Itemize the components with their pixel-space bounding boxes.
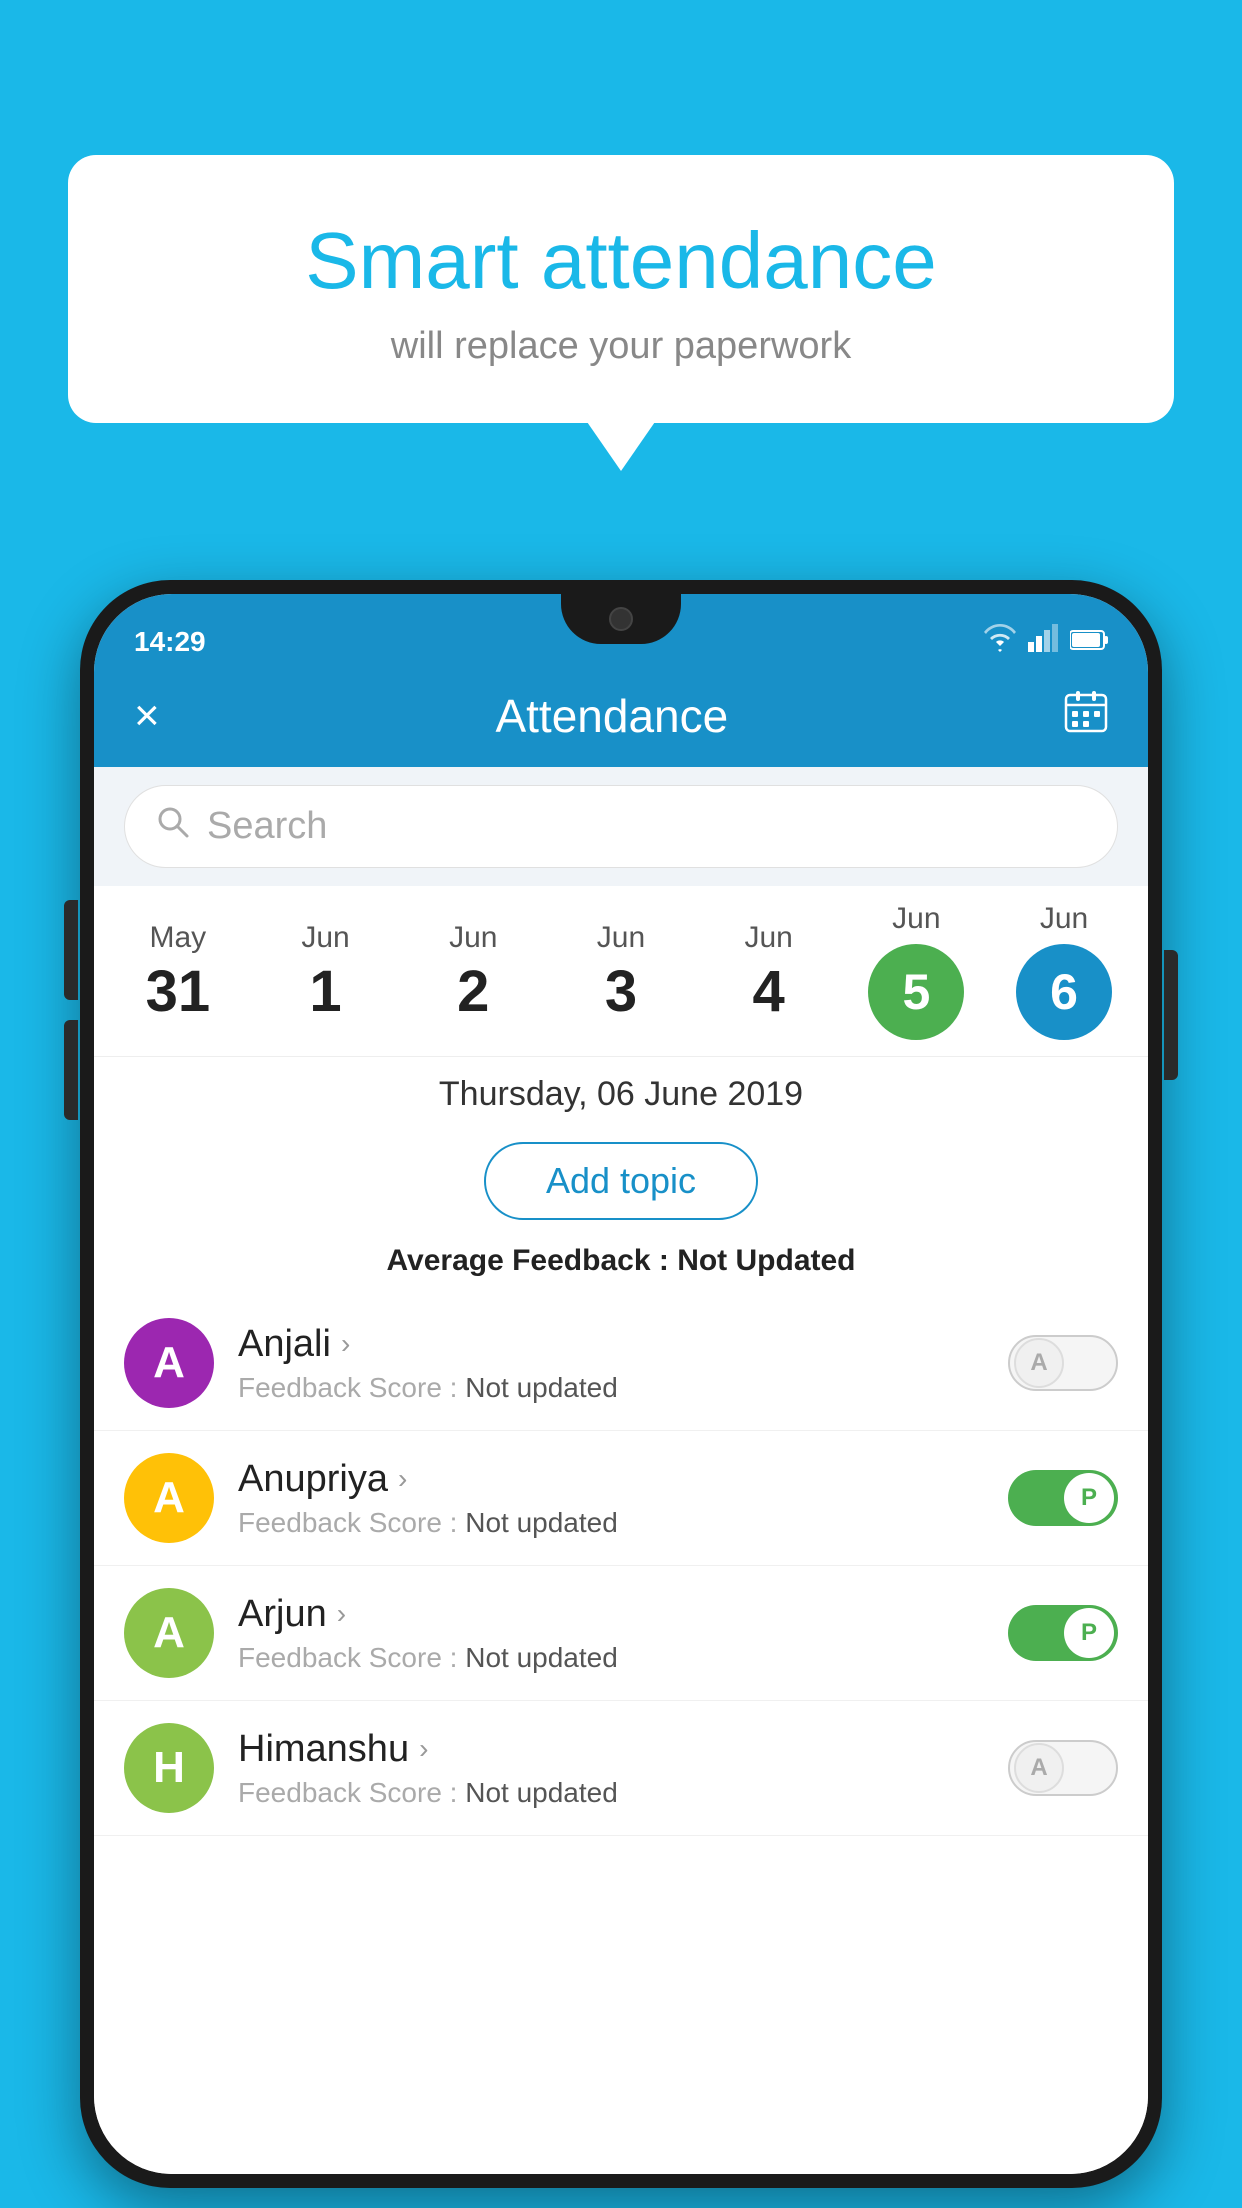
student-name-row: Anupriya › [238, 1458, 984, 1501]
toggle-circle: P [1064, 1473, 1114, 1523]
student-avatar: H [124, 1723, 214, 1813]
date-col-jun1[interactable]: Jun 1 [261, 905, 391, 1037]
date-col-jun2[interactable]: Jun 2 [408, 905, 538, 1037]
student-avatar: A [124, 1588, 214, 1678]
date-col-may31[interactable]: May 31 [113, 905, 243, 1037]
front-camera [609, 607, 633, 631]
avg-feedback-text: Average Feedback : Not Updated [386, 1244, 855, 1277]
app-header: × Attendance [94, 669, 1148, 767]
header-title: Attendance [495, 689, 728, 743]
speech-bubble: Smart attendance will replace your paper… [68, 155, 1174, 423]
student-avatar: A [124, 1453, 214, 1543]
search-bar[interactable]: Search [124, 785, 1118, 868]
student-feedback: Feedback Score : Not updated [238, 1507, 984, 1539]
student-list: A Anjali › Feedback Score : Not updated … [94, 1296, 1148, 2174]
student-item: A Anupriya › Feedback Score : Not update… [94, 1431, 1148, 1566]
toggle-circle: A [1014, 1338, 1064, 1388]
phone-screen: 14:29 [94, 594, 1148, 2174]
attendance-toggle[interactable]: P [1008, 1605, 1118, 1661]
feedback-value: Not updated [465, 1372, 618, 1403]
student-feedback: Feedback Score : Not updated [238, 1372, 984, 1404]
battery-icon [1070, 626, 1108, 658]
volume-up-button [64, 900, 78, 1000]
speech-subtitle: will replace your paperwork [118, 325, 1124, 368]
speech-title: Smart attendance [118, 215, 1124, 307]
attendance-toggle[interactable]: P [1008, 1470, 1118, 1526]
chevron-right-icon: › [341, 1328, 350, 1360]
student-name: Anjali [238, 1323, 331, 1366]
average-feedback: Average Feedback : Not Updated [94, 1234, 1148, 1296]
phone-notch [561, 594, 681, 644]
search-icon [155, 804, 191, 849]
calendar-icon[interactable] [1064, 689, 1108, 743]
date-col-jun3[interactable]: Jun 3 [556, 905, 686, 1037]
student-feedback: Feedback Score : Not updated [238, 1642, 984, 1674]
attendance-toggle[interactable]: A [1008, 1740, 1118, 1796]
student-info: Anjali › Feedback Score : Not updated [238, 1323, 984, 1404]
close-button[interactable]: × [134, 694, 160, 738]
chevron-right-icon: › [337, 1598, 346, 1630]
time-display: 14:29 [134, 626, 206, 658]
volume-down-button [64, 1020, 78, 1120]
student-name: Himanshu [238, 1728, 409, 1771]
student-name-row: Anjali › [238, 1323, 984, 1366]
student-item: A Arjun › Feedback Score : Not updated P [94, 1566, 1148, 1701]
search-container: Search [94, 767, 1148, 886]
student-item: A Anjali › Feedback Score : Not updated … [94, 1296, 1148, 1431]
chevron-right-icon: › [419, 1733, 428, 1765]
add-topic-button[interactable]: Add topic [484, 1142, 758, 1220]
selected-date-info: Thursday, 06 June 2019 [94, 1056, 1148, 1124]
toggle-circle: P [1064, 1608, 1114, 1658]
date-picker: May 31 Jun 1 Jun 2 Jun 3 Jun 4 [94, 886, 1148, 1056]
feedback-value: Not updated [465, 1642, 618, 1673]
student-item: H Himanshu › Feedback Score : Not update… [94, 1701, 1148, 1836]
avg-feedback-label: Average Feedback : [386, 1244, 668, 1277]
feedback-value: Not updated [465, 1507, 618, 1538]
student-name-row: Himanshu › [238, 1728, 984, 1771]
search-input-placeholder: Search [207, 805, 327, 848]
selected-date-text: Thursday, 06 June 2019 [439, 1075, 803, 1113]
toggle-circle: A [1014, 1743, 1064, 1793]
phone-shell: 14:29 [80, 580, 1162, 2188]
add-topic-container: Add topic [94, 1124, 1148, 1234]
feedback-value: Not updated [465, 1777, 618, 1808]
date-col-jun4[interactable]: Jun 4 [704, 905, 834, 1037]
power-button [1164, 950, 1178, 1080]
student-feedback: Feedback Score : Not updated [238, 1777, 984, 1809]
student-avatar: A [124, 1318, 214, 1408]
signal-icon [1028, 624, 1060, 659]
student-name-row: Arjun › [238, 1593, 984, 1636]
student-name: Arjun [238, 1593, 327, 1636]
wifi-icon [982, 624, 1018, 659]
student-info: Himanshu › Feedback Score : Not updated [238, 1728, 984, 1809]
student-info: Anupriya › Feedback Score : Not updated [238, 1458, 984, 1539]
attendance-toggle[interactable]: A [1008, 1335, 1118, 1391]
student-name: Anupriya [238, 1458, 388, 1501]
chevron-right-icon: › [398, 1463, 407, 1495]
student-info: Arjun › Feedback Score : Not updated [238, 1593, 984, 1674]
date-col-jun5[interactable]: Jun 5 [851, 886, 981, 1056]
avg-feedback-value: Not Updated [677, 1244, 855, 1277]
status-icons [982, 624, 1108, 659]
date-col-jun6[interactable]: Jun 6 [999, 886, 1129, 1056]
